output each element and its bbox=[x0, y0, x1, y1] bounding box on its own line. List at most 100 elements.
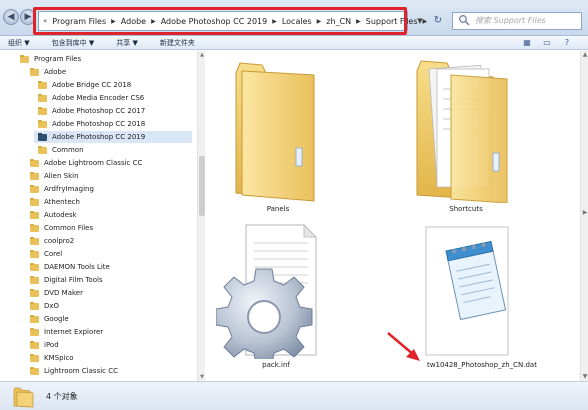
nav-item-label: DxO bbox=[44, 302, 60, 310]
nav-item[interactable]: DVD Maker bbox=[26, 287, 192, 299]
scroll-up-icon[interactable]: ▲ bbox=[198, 51, 206, 59]
view-options-icon[interactable]: ▦ bbox=[520, 37, 534, 49]
nav-item-label: Adobe bbox=[44, 68, 67, 76]
nav-item[interactable]: iPod bbox=[26, 339, 192, 351]
search-icon bbox=[459, 15, 470, 26]
nav-item[interactable]: Alien Skin bbox=[26, 170, 192, 182]
breadcrumb: « Program Files ▶ Adobe ▶ Adobe Photosho… bbox=[43, 17, 432, 26]
item-count: 4 个对象 bbox=[46, 392, 78, 401]
nav-item-label: DAEMON Tools Lite bbox=[44, 263, 110, 271]
include-library-menu[interactable]: 包含到库中 ▼ bbox=[52, 38, 95, 48]
address-dropdown-icon[interactable]: ▼ bbox=[413, 13, 427, 29]
crumb-adobe[interactable]: Adobe bbox=[121, 17, 146, 26]
file-item-pack-inf[interactable] bbox=[215, 221, 336, 366]
preview-pane-icon[interactable]: ▭ bbox=[540, 37, 554, 49]
chevron-right-icon[interactable]: ▶ bbox=[317, 18, 322, 25]
folder-icon bbox=[30, 184, 39, 193]
chevron-right-icon[interactable]: ▶ bbox=[356, 18, 361, 25]
nav-item-label: iPod bbox=[44, 341, 59, 349]
help-icon[interactable]: ? bbox=[560, 37, 574, 49]
crumb-program-files[interactable]: Program Files bbox=[52, 17, 106, 26]
nav-item[interactable]: Adobe Photoshop CC 2018 bbox=[34, 118, 192, 130]
address-bar[interactable]: « Program Files ▶ Adobe ▶ Adobe Photosho… bbox=[38, 11, 427, 31]
overflow-chevron-icon[interactable]: « bbox=[43, 17, 47, 25]
nav-item[interactable]: Adobe Photoshop CC 2019 bbox=[34, 131, 192, 143]
scroll-down-icon[interactable]: ▼ bbox=[581, 373, 588, 381]
nav-scrollbar[interactable]: ▲ ▼ bbox=[197, 51, 205, 381]
status-bar: 4 个对象 bbox=[0, 381, 588, 410]
nav-item[interactable]: ArdfryImaging bbox=[26, 183, 192, 195]
folder-icon bbox=[38, 106, 47, 115]
nav-item[interactable]: Adobe Bridge CC 2018 bbox=[34, 79, 192, 91]
file-label: Shortcuts bbox=[449, 205, 483, 213]
chevron-right-icon[interactable]: ▶ bbox=[151, 18, 156, 25]
nav-item[interactable]: Digital Film Tools bbox=[26, 274, 192, 286]
settings-file-icon bbox=[215, 224, 317, 366]
crumb-photoshop[interactable]: Adobe Photoshop CC 2019 bbox=[161, 17, 268, 26]
nav-item-label: Adobe Lightroom Classic CC bbox=[44, 159, 143, 167]
chevron-right-icon[interactable]: ▶ bbox=[111, 18, 116, 25]
refresh-icon[interactable]: ↻ bbox=[430, 13, 446, 29]
nav-item-label: Common bbox=[52, 146, 84, 154]
file-item-shortcuts[interactable] bbox=[411, 53, 521, 204]
nav-item[interactable]: Corel bbox=[26, 248, 192, 260]
nav-item[interactable]: Athentech bbox=[26, 196, 192, 208]
crumb-locales[interactable]: Locales bbox=[282, 17, 312, 26]
nav-item-label: KMSpico bbox=[44, 354, 74, 362]
nav-item[interactable]: Common Files bbox=[26, 222, 192, 234]
scroll-right-icon[interactable]: ▶ bbox=[581, 209, 588, 217]
nav-item-label: ArdfryImaging bbox=[44, 185, 94, 193]
back-button[interactable]: ◀ bbox=[3, 9, 19, 25]
nav-item[interactable]: Google bbox=[26, 313, 192, 325]
search-input[interactable]: 搜索 Support Files bbox=[452, 12, 582, 30]
nav-scroll-thumb[interactable] bbox=[199, 156, 205, 216]
nav-item[interactable]: Adobe Media Encoder CS6 bbox=[34, 92, 192, 104]
file-view-scrollbar[interactable]: ▲ ▶ ▼ bbox=[580, 51, 588, 381]
folder-icon bbox=[30, 288, 39, 297]
nav-item[interactable]: Adobe Lightroom Classic CC bbox=[26, 157, 192, 169]
scroll-down-icon[interactable]: ▼ bbox=[198, 373, 206, 381]
folder-icon bbox=[30, 236, 39, 245]
nav-item[interactable]: coolpro2 bbox=[26, 235, 192, 247]
nav-item-label: DVD Maker bbox=[44, 289, 83, 297]
nav-item-label: Google bbox=[44, 315, 69, 323]
crumb-zh-cn[interactable]: zh_CN bbox=[326, 17, 351, 26]
folder-icon bbox=[30, 366, 39, 375]
nav-item[interactable]: DxO bbox=[26, 300, 192, 312]
nav-item[interactable]: Adobe bbox=[26, 66, 192, 78]
folder-icon bbox=[30, 340, 39, 349]
command-bar: 组织 ▼ 包含到库中 ▼ 共享 ▼ 新建文件夹 ▦ ▭ ? bbox=[0, 36, 588, 50]
address-row: ◀ ▶ « Program Files ▶ Adobe ▶ Adobe Phot… bbox=[0, 0, 588, 36]
file-item-panels[interactable] bbox=[228, 53, 328, 203]
annotation-arrow-icon bbox=[387, 332, 420, 361]
file-label: pack.inf bbox=[262, 361, 290, 369]
nav-item[interactable]: Internet Explorer bbox=[26, 326, 192, 338]
folder-icon bbox=[38, 119, 47, 128]
organize-menu[interactable]: 组织 ▼ bbox=[8, 38, 30, 48]
nav-item[interactable]: Common bbox=[34, 144, 192, 156]
folder-icon bbox=[30, 314, 39, 323]
file-item-dat[interactable] bbox=[422, 221, 512, 359]
nav-item[interactable]: KMSpico bbox=[26, 352, 192, 364]
nav-item-label: Adobe Media Encoder CS6 bbox=[52, 94, 145, 102]
new-folder-button[interactable]: 新建文件夹 bbox=[160, 38, 195, 48]
share-menu[interactable]: 共享 ▼ bbox=[116, 38, 138, 48]
crumb-support-files[interactable]: Support Files bbox=[366, 17, 418, 26]
chevron-right-icon[interactable]: ▶ bbox=[272, 18, 277, 25]
folder-icon bbox=[30, 210, 39, 219]
folder-icon bbox=[13, 387, 34, 408]
scroll-up-icon[interactable]: ▲ bbox=[581, 51, 588, 59]
folder-icon bbox=[30, 249, 39, 258]
notepad-file-icon bbox=[425, 226, 509, 356]
nav-item[interactable]: Autodesk bbox=[26, 209, 192, 221]
nav-item-label: Alien Skin bbox=[44, 172, 79, 180]
folder-with-documents-icon bbox=[416, 60, 508, 204]
nav-item[interactable]: Adobe Photoshop CC 2017 bbox=[34, 105, 192, 117]
folder-icon bbox=[30, 171, 39, 180]
nav-item[interactable]: Lightroom Classic CC bbox=[26, 365, 192, 377]
folder-icon bbox=[38, 80, 47, 89]
forward-button[interactable]: ▶ bbox=[20, 9, 36, 25]
nav-item[interactable]: Program Files bbox=[16, 53, 192, 65]
folder-icon bbox=[30, 275, 39, 284]
nav-item[interactable]: DAEMON Tools Lite bbox=[26, 261, 192, 273]
